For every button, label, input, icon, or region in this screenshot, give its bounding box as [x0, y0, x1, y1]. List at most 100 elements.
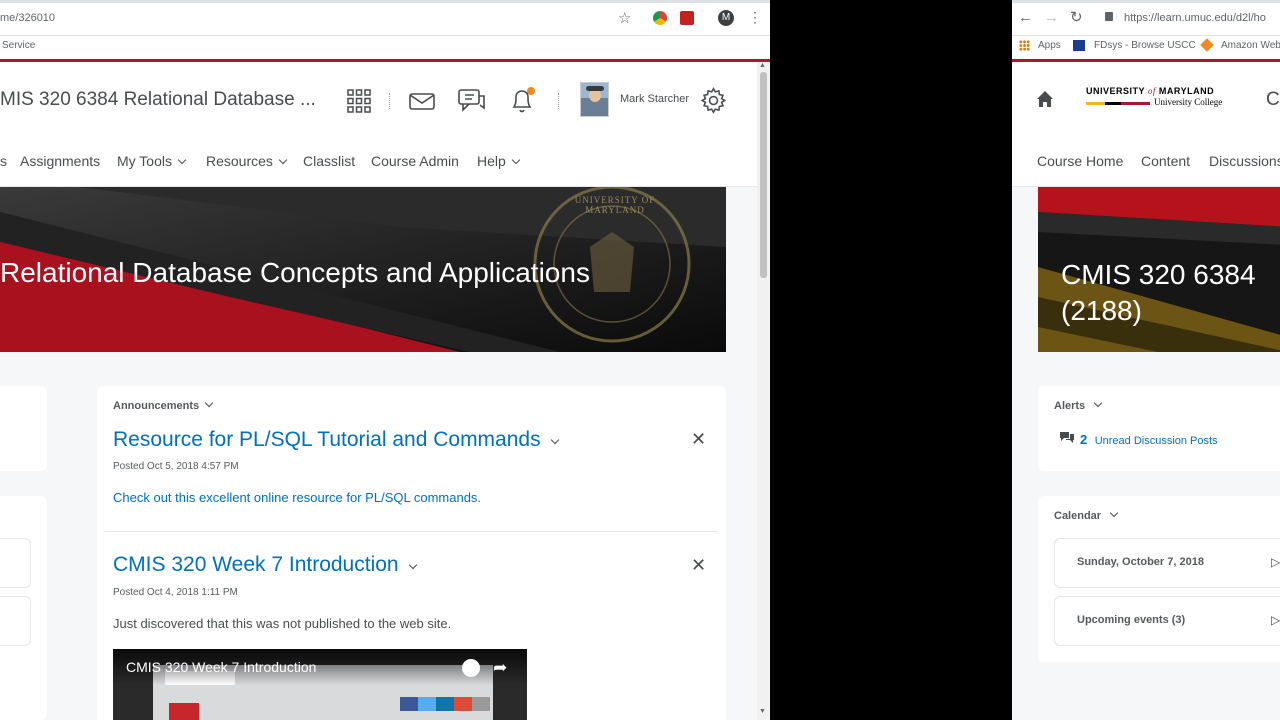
- sidebar-widget-row[interactable]: [0, 596, 31, 646]
- menu-item-resources[interactable]: Resources: [206, 153, 288, 169]
- course-banner: CMIS 320 6384 (2188): [1038, 187, 1280, 352]
- apps-grid-icon[interactable]: [1019, 40, 1030, 51]
- announcements-header[interactable]: Announcements: [113, 398, 214, 412]
- course-banner: UNIVERSITY OF MARYLAND Relational Databa…: [0, 187, 726, 352]
- menu-item-help[interactable]: Help: [477, 153, 521, 169]
- separator: [389, 93, 390, 109]
- lock-icon: [1105, 12, 1113, 21]
- profile-avatar[interactable]: M: [718, 10, 734, 26]
- discussions-icon[interactable]: [458, 88, 486, 119]
- menu-item-course-home[interactable]: Course Home: [1037, 153, 1123, 169]
- menu-item-assignments[interactable]: Assignments: [20, 153, 100, 169]
- university-logo[interactable]: UNIVERSITY of MARYLAND University Colleg…: [1086, 86, 1232, 116]
- menu-item-partial[interactable]: s: [0, 153, 7, 169]
- chevron-down-icon: [278, 155, 288, 165]
- logo-stripe: [1086, 102, 1150, 105]
- announcement-date: Posted Oct 5, 2018 4:57 PM: [113, 461, 239, 472]
- chevron-down-icon[interactable]: [550, 435, 559, 445]
- browser-menu-icon[interactable]: ⋮: [748, 9, 762, 26]
- calendar-widget: Calendar Sunday, October 7, 2018 ▷ Upcom…: [1038, 496, 1280, 662]
- mail-icon[interactable]: [409, 90, 435, 117]
- announcement-title-text: CMIS 320 Week 7 Introduction: [113, 553, 399, 576]
- reload-icon[interactable]: ↻: [1070, 8, 1083, 26]
- unread-count: 2: [1080, 432, 1088, 447]
- chevron-right-icon: ▷: [1271, 555, 1280, 569]
- scroll-up-arrow-icon[interactable]: ▲: [759, 62, 766, 69]
- watch-later-clock-icon[interactable]: [462, 659, 480, 677]
- sidebar-widget: [0, 386, 47, 471]
- chrome-extension-icon[interactable]: [653, 11, 667, 25]
- course-menu: Course Home Content Discussions: [1012, 138, 1280, 187]
- widget-title: Alerts: [1054, 400, 1086, 412]
- divider: [105, 531, 718, 532]
- announcement-title-text: Resource for PL/SQL Tutorial and Command…: [113, 428, 541, 451]
- close-icon[interactable]: ✕: [691, 555, 706, 576]
- bookmark-apps[interactable]: Apps: [1038, 40, 1061, 51]
- bookmark-star-icon[interactable]: ☆: [618, 9, 631, 27]
- course-title[interactable]: MIS 320 6384 Relational Database ...: [0, 89, 316, 111]
- unread-posts-link[interactable]: 2 Unread Discussion Posts: [1080, 431, 1218, 449]
- back-arrow-icon[interactable]: ←: [1018, 9, 1033, 26]
- announcement-title[interactable]: CMIS 320 Week 7 Introduction: [113, 553, 417, 577]
- video-embed[interactable]: CMIS 320 Week 7 Introduction ➦: [113, 649, 527, 720]
- sidebar-widget: [0, 496, 47, 720]
- chevron-down-icon: [177, 155, 187, 165]
- bookmark-item[interactable]: Service: [2, 40, 35, 51]
- home-icon[interactable]: [1036, 90, 1054, 113]
- alerts-header[interactable]: Alerts: [1054, 398, 1103, 412]
- logo-line2: University College: [1154, 97, 1223, 107]
- close-icon[interactable]: ✕: [691, 429, 706, 450]
- sidebar-widget-row[interactable]: [0, 538, 31, 588]
- announcement-title[interactable]: Resource for PL/SQL Tutorial and Command…: [113, 428, 559, 452]
- course-title-fragment[interactable]: Cl: [1266, 89, 1280, 111]
- menu-item-my-tools[interactable]: My Tools: [117, 153, 187, 169]
- banner-title: Relational Database Concepts and Applica…: [0, 257, 590, 288]
- fdsys-favicon: [1073, 40, 1085, 51]
- left-browser-window: me/326010 ☆ M ⋮ Service MIS 320 6384 Rel…: [0, 0, 770, 720]
- menu-item-label: Resources: [206, 153, 273, 169]
- forward-arrow-icon[interactable]: →: [1044, 9, 1059, 26]
- menu-item-course-admin[interactable]: Course Admin: [371, 153, 459, 169]
- pdf-extension-icon[interactable]: [680, 11, 694, 25]
- announcements-widget: Announcements Resource for PL/SQL Tutori…: [97, 386, 726, 720]
- menu-item-content[interactable]: Content: [1141, 153, 1190, 169]
- user-name[interactable]: Mark Starcher: [620, 93, 689, 105]
- menu-item-label: My Tools: [117, 153, 172, 169]
- scrollbar-thumb[interactable]: [760, 72, 767, 278]
- bookmarks-bar: Service: [0, 36, 770, 58]
- address-bar[interactable]: me/326010: [0, 12, 55, 24]
- menu-item-classlist[interactable]: Classlist: [303, 153, 355, 169]
- chevron-down-icon: [1093, 398, 1103, 408]
- calendar-date-row[interactable]: Sunday, October 7, 2018 ▷: [1054, 538, 1280, 588]
- chevron-down-icon: [204, 398, 214, 408]
- navbar: UNIVERSITY of MARYLAND University Colleg…: [1012, 62, 1280, 138]
- upcoming-events-row[interactable]: Upcoming events (3) ▷: [1054, 596, 1280, 646]
- announcement-body-link[interactable]: Check out this excellent online resource…: [113, 490, 481, 505]
- right-browser-window: ← → ↻ https://learn.umuc.edu/d2l/ho Apps…: [1012, 0, 1280, 720]
- course-selector-grid-icon[interactable]: [347, 89, 371, 113]
- scroll-down-arrow-icon[interactable]: ▼: [759, 708, 766, 715]
- logo-line1: UNIVERSITY of MARYLAND: [1086, 86, 1215, 96]
- video-title[interactable]: CMIS 320 Week 7 Introduction: [126, 659, 316, 675]
- calendar-header[interactable]: Calendar: [1054, 508, 1119, 522]
- calendar-date: Sunday, October 7, 2018: [1077, 556, 1204, 568]
- user-avatar[interactable]: [580, 82, 609, 117]
- bookmark-amazon[interactable]: Amazon Web: [1221, 40, 1280, 51]
- video-thumbnail-bar: [169, 703, 199, 720]
- notifications-bell-icon[interactable]: [510, 86, 536, 119]
- chevron-down-icon: [1109, 508, 1119, 518]
- discussion-posts-icon: [1059, 431, 1075, 450]
- tab-strip: [1012, 0, 1280, 3]
- amazon-web-favicon: [1200, 38, 1214, 52]
- upcoming-events: Upcoming events (3): [1077, 614, 1186, 626]
- announcement-body: Just discovered that this was not publis…: [113, 616, 452, 631]
- settings-gear-icon[interactable]: [700, 87, 727, 119]
- share-arrow-icon[interactable]: ➦: [493, 658, 507, 678]
- widget-title: Calendar: [1054, 510, 1102, 522]
- chevron-down-icon[interactable]: [408, 560, 417, 570]
- menu-item-discussions[interactable]: Discussions: [1209, 153, 1280, 169]
- video-thumbnail-social: [400, 697, 490, 711]
- unread-label: Unread Discussion Posts: [1094, 435, 1218, 447]
- bookmark-fdsys[interactable]: FDsys - Browse USCC: [1094, 40, 1196, 51]
- address-bar[interactable]: https://learn.umuc.edu/d2l/ho: [1124, 12, 1266, 24]
